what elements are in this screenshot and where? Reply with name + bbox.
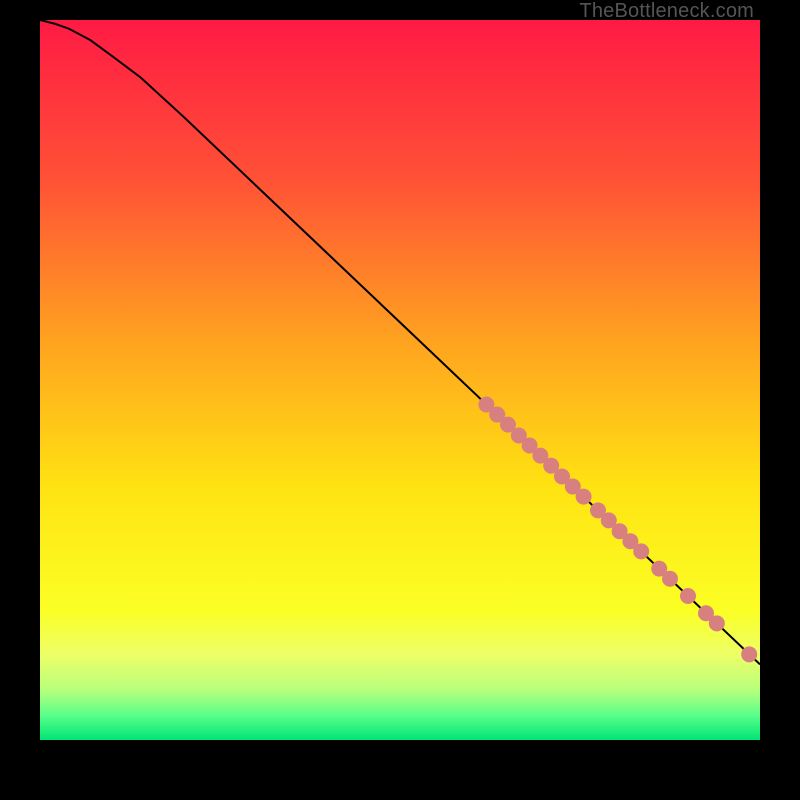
chart-marker <box>576 489 592 505</box>
chart-marker <box>633 543 649 559</box>
chart-marker <box>680 588 696 604</box>
chart-marker <box>662 571 678 587</box>
chart-background-gradient <box>40 20 760 740</box>
chart-marker <box>741 646 757 662</box>
chart-plot-area <box>40 20 760 740</box>
chart-marker <box>709 615 725 631</box>
chart-svg <box>40 20 760 740</box>
